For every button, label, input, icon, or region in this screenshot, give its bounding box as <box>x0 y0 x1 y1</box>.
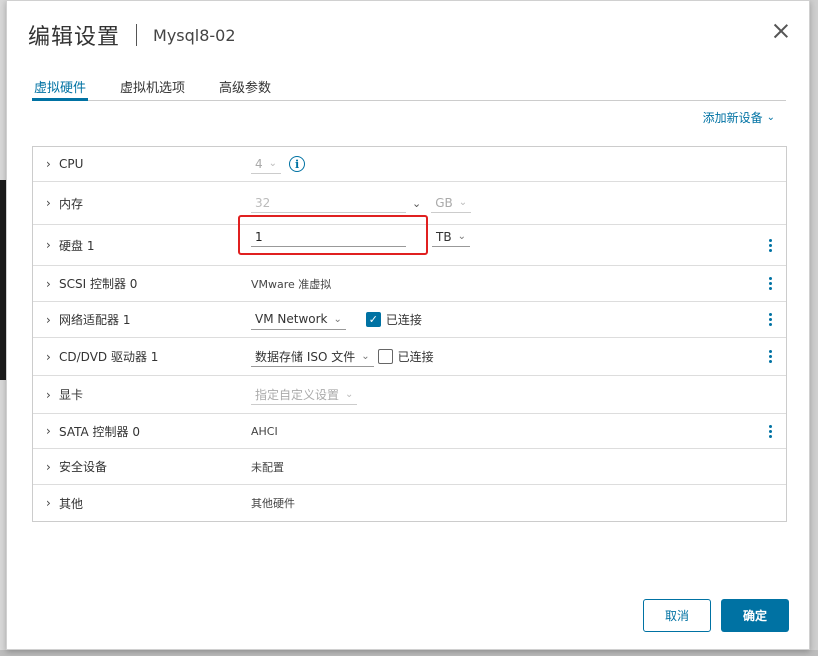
row-network-expander[interactable]: › 网络适配器 1 <box>46 311 130 328</box>
close-icon[interactable] <box>773 23 789 39</box>
tab-vm-options[interactable]: 虚拟机选项 <box>118 71 187 101</box>
chevron-down-icon: ⌄ <box>345 388 354 400</box>
other-value: 其他硬件 <box>251 497 295 510</box>
cpu-count-select[interactable]: 4 ⌄ <box>251 154 282 174</box>
network-connected-checkbox[interactable]: ✓ <box>365 312 381 327</box>
dialog-header: 编辑设置 Mysql8-02 <box>28 17 236 53</box>
row-memory-expander[interactable]: › 内存 <box>46 195 83 212</box>
add-new-device-label: 添加新设备 <box>702 111 763 125</box>
chevron-right-icon: › <box>46 387 51 402</box>
cd-dvd-connected-label: 已连接 <box>397 350 434 364</box>
row-sata-expander[interactable]: › SATA 控制器 0 <box>46 423 140 440</box>
chevron-down-icon: ⌄ <box>361 350 370 362</box>
chevron-right-icon: › <box>46 276 51 291</box>
more-actions-icon[interactable] <box>768 349 772 364</box>
scsi-type-value: VMware 准虚拟 <box>251 277 332 291</box>
vm-name: Mysql8-02 <box>153 25 236 45</box>
network-connected-label: 已连接 <box>385 313 422 327</box>
more-actions-icon[interactable] <box>768 276 772 291</box>
hardware-table: › CPU 4 ⌄ i › 内存 32 ⌄ GB ⌄ › 硬盘 1 1 TB ⌄… <box>32 146 787 522</box>
chevron-down-icon[interactable]: ⌄ <box>412 197 421 210</box>
row-cpu: › CPU 4 ⌄ i <box>33 147 786 182</box>
chevron-right-icon: › <box>46 459 51 474</box>
row-other-expander[interactable]: › 其他 <box>46 495 83 512</box>
ok-button[interactable]: 确定 <box>721 599 789 632</box>
security-label: 安全设备 <box>59 460 108 474</box>
tab-advanced-parameters[interactable]: 高级参数 <box>217 71 273 101</box>
highlight-box <box>238 215 428 255</box>
more-actions-icon[interactable] <box>768 424 772 439</box>
more-actions-icon[interactable] <box>768 238 772 253</box>
memory-unit-value: GB <box>435 195 453 210</box>
tab-bar: 虚拟硬件 虚拟机选项 高级参数 <box>32 71 786 101</box>
hard-disk-label: 硬盘 1 <box>59 238 95 253</box>
row-security-device: › 安全设备 未配置 <box>33 449 786 485</box>
video-card-label: 显卡 <box>59 388 84 402</box>
scsi-label: SCSI 控制器 0 <box>59 277 138 291</box>
chevron-right-icon: › <box>46 312 51 327</box>
row-hard-disk-expander[interactable]: › 硬盘 1 <box>46 237 94 254</box>
background-page-bottom <box>0 650 818 656</box>
memory-label: 内存 <box>59 196 84 211</box>
network-value: VM Network <box>255 312 328 326</box>
video-card-value: 指定自定义设置 <box>255 387 340 402</box>
network-label: 网络适配器 1 <box>59 313 131 327</box>
chevron-right-icon: › <box>46 196 51 210</box>
title-separator <box>136 24 138 46</box>
row-sata-controller: › SATA 控制器 0 AHCI <box>33 414 786 449</box>
chevron-right-icon: › <box>46 238 51 252</box>
chevron-down-icon: ⌄ <box>333 313 342 325</box>
info-icon[interactable]: i <box>289 156 306 172</box>
chevron-down-icon: ⌄ <box>458 197 468 208</box>
row-cd-dvd-expander[interactable]: › CD/DVD 驱动器 1 <box>46 348 158 365</box>
chevron-down-icon: ⌄ <box>457 231 466 242</box>
security-value: 未配置 <box>251 460 284 474</box>
cd-dvd-label: CD/DVD 驱动器 1 <box>59 350 159 364</box>
chevron-right-icon: › <box>46 496 51 510</box>
cpu-count-value: 4 <box>255 156 263 171</box>
add-new-device-button[interactable]: 添加新设备 ⌄ <box>703 109 775 126</box>
video-card-select[interactable]: 指定自定义设置 ⌄ <box>251 385 358 405</box>
cd-dvd-source-select[interactable]: 数据存储 ISO 文件 ⌄ <box>251 347 374 367</box>
sata-type-value: AHCI <box>251 424 278 438</box>
disk-unit-select[interactable]: TB ⌄ <box>432 227 470 247</box>
row-scsi-controller: › SCSI 控制器 0 VMware 准虚拟 <box>33 266 786 302</box>
other-label: 其他 <box>59 496 84 511</box>
memory-size-input[interactable]: 32 <box>251 193 406 213</box>
chevron-right-icon: › <box>46 424 51 438</box>
edit-settings-dialog: 编辑设置 Mysql8-02 虚拟硬件 虚拟机选项 高级参数 添加新设备 ⌄ ›… <box>6 0 810 650</box>
row-cpu-expander[interactable]: › CPU <box>46 157 83 171</box>
row-security-expander[interactable]: › 安全设备 <box>46 458 107 475</box>
sata-label: SATA 控制器 0 <box>59 424 140 439</box>
memory-unit-select[interactable]: GB ⌄ <box>431 193 472 213</box>
row-scsi-expander[interactable]: › SCSI 控制器 0 <box>46 275 137 292</box>
cpu-label: CPU <box>59 157 84 171</box>
chevron-down-icon: ⌄ <box>268 158 278 169</box>
chevron-right-icon: › <box>46 349 51 364</box>
tab-virtual-hardware[interactable]: 虚拟硬件 <box>32 71 89 101</box>
chevron-right-icon: › <box>46 157 51 171</box>
cd-dvd-connected-checkbox[interactable] <box>377 349 393 364</box>
cd-dvd-source-value: 数据存储 ISO 文件 <box>255 349 356 364</box>
more-actions-icon[interactable] <box>768 312 772 327</box>
dialog-title: 编辑设置 <box>28 25 121 50</box>
cancel-button[interactable]: 取消 <box>643 599 711 632</box>
row-other: › 其他 其他硬件 <box>33 485 786 521</box>
row-cd-dvd-drive: › CD/DVD 驱动器 1 数据存储 ISO 文件 ⌄ 已连接 <box>33 338 786 376</box>
disk-unit-value: TB <box>436 229 452 244</box>
row-video-card: › 显卡 指定自定义设置 ⌄ <box>33 376 786 414</box>
network-select[interactable]: VM Network ⌄ <box>251 310 346 330</box>
chevron-down-icon: ⌄ <box>766 112 775 123</box>
row-hard-disk: › 硬盘 1 1 TB ⌄ <box>33 215 786 266</box>
row-video-expander[interactable]: › 显卡 <box>46 386 83 403</box>
row-network-adapter: › 网络适配器 1 VM Network ⌄ ✓ 已连接 <box>33 302 786 338</box>
